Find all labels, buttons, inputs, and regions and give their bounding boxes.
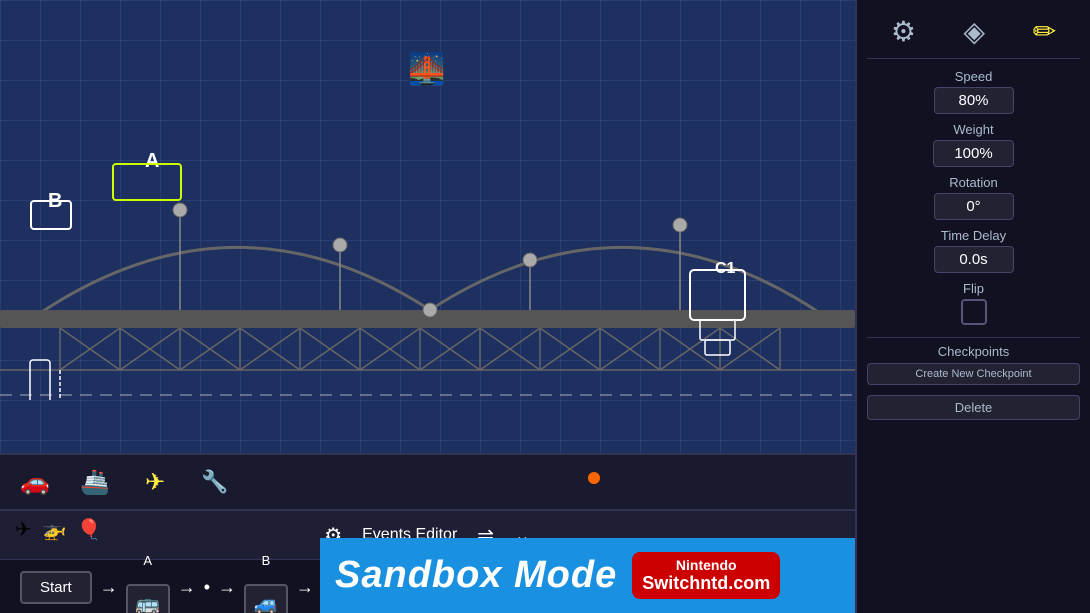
- speed-param: Speed 80%: [867, 69, 1080, 114]
- node-a-container: A 🚌: [126, 553, 170, 613]
- create-checkpoint-button[interactable]: Create New Checkpoint: [867, 363, 1080, 385]
- vehicle-b-outline: [30, 200, 72, 230]
- node-a-icon[interactable]: 🚌: [126, 584, 170, 613]
- weight-label: Weight: [953, 122, 993, 137]
- flow-arrow-3: →: [218, 577, 236, 598]
- nintendo-logo-text: Nintendo: [676, 557, 737, 573]
- gear-icon[interactable]: ⚙: [891, 15, 916, 48]
- flow-start-button[interactable]: Start: [20, 571, 92, 604]
- nintendo-badge: Nintendo Switchntd.com: [632, 552, 780, 599]
- time-delay-param: Time Delay 0.0s: [867, 228, 1080, 273]
- sandbox-mode-text: Sandbox Mode: [335, 554, 617, 597]
- checkpoints-label: Checkpoints: [867, 344, 1080, 359]
- vehicle-c1-ship: [685, 265, 750, 360]
- rotation-param: Rotation 0°: [867, 175, 1080, 220]
- helicopter-icon[interactable]: 🚁: [42, 517, 67, 542]
- switchntd-text: Switchntd.com: [642, 573, 770, 594]
- flow-dot: •: [204, 577, 210, 598]
- pencil-icon[interactable]: ✏: [1033, 15, 1056, 48]
- right-panel: ⚙ ◈ ✏ Speed 80% Weight 100% Rotation 0° …: [855, 0, 1090, 613]
- blimp-icon[interactable]: 🎈: [77, 517, 102, 542]
- checkpoints-section: Checkpoints Create New Checkpoint: [867, 337, 1080, 385]
- node-a-label: A: [143, 553, 152, 568]
- ship-tool-icon[interactable]: 🚢: [75, 465, 115, 500]
- panel-top-icons: ⚙ ◈ ✏: [867, 10, 1080, 59]
- flow-arrow-4: →: [296, 577, 314, 598]
- orange-dot-indicator: [588, 472, 600, 484]
- weight-value[interactable]: 100%: [933, 140, 1013, 167]
- bridge-icon: 🌉: [397, 52, 457, 90]
- flip-label: Flip: [963, 281, 984, 296]
- node-b-container: B 🚙: [244, 553, 288, 613]
- plane-tool-icon[interactable]: ✈: [135, 465, 175, 500]
- flow-arrow-1: →: [100, 577, 118, 598]
- time-delay-value[interactable]: 0.0s: [934, 246, 1014, 273]
- toolbar-top: 🚗 🚢 ✈ 🔧 ✈ 🚁 🎈: [0, 455, 855, 510]
- flip-param: Flip: [867, 281, 1080, 325]
- game-canvas: 🌉 A B C1 🚗 🚢 ✈ 🔧 ✈ 🚁: [0, 0, 855, 613]
- rotation-label: Rotation: [949, 175, 997, 190]
- biplane-icon[interactable]: ✈: [15, 517, 32, 542]
- car-tool-icon[interactable]: 🚗: [15, 465, 55, 500]
- wrench-tool-icon[interactable]: 🔧: [195, 465, 235, 500]
- node-b-label: B: [262, 553, 271, 568]
- vehicle-a-outline: [112, 163, 182, 201]
- speed-label: Speed: [955, 69, 993, 84]
- rotation-value[interactable]: 0°: [934, 193, 1014, 220]
- flip-toggle[interactable]: [961, 299, 987, 325]
- sandbox-overlay: Sandbox Mode Nintendo Switchntd.com: [320, 538, 855, 613]
- flow-arrow-2: →: [178, 577, 196, 598]
- box-icon[interactable]: ◈: [964, 15, 986, 48]
- node-b-icon[interactable]: 🚙: [244, 584, 288, 613]
- delete-button[interactable]: Delete: [867, 395, 1080, 420]
- weight-param: Weight 100%: [867, 122, 1080, 167]
- time-delay-label: Time Delay: [941, 228, 1006, 243]
- speed-value[interactable]: 80%: [934, 87, 1014, 114]
